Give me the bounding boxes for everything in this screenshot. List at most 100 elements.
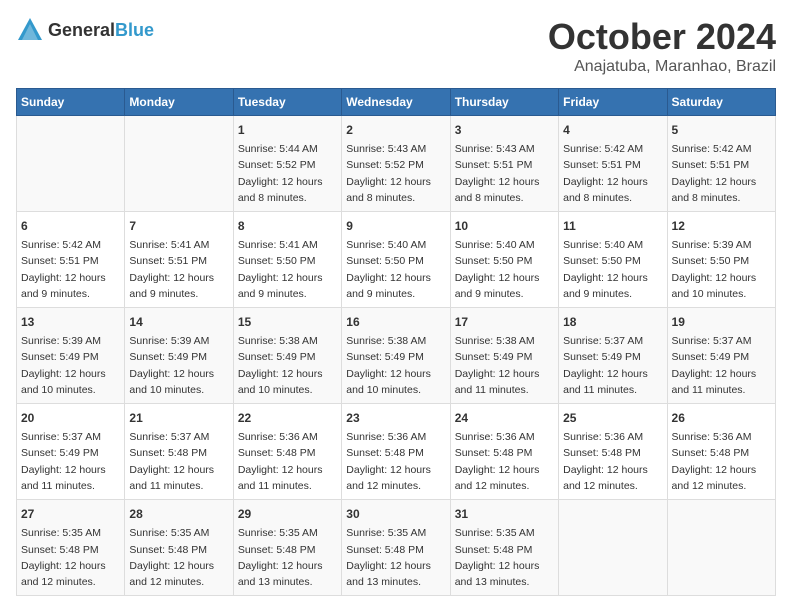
day-number: 6 <box>21 217 120 235</box>
cell-content-line: Sunrise: 5:35 AM <box>238 525 337 541</box>
cell-content-line: Daylight: 12 hours <box>455 558 554 574</box>
calendar-week-row: 20Sunrise: 5:37 AMSunset: 5:49 PMDayligh… <box>17 404 776 500</box>
cell-content-line: Sunset: 5:49 PM <box>21 349 120 365</box>
cell-content-line: Daylight: 12 hours <box>563 174 662 190</box>
cell-content-line: Sunrise: 5:37 AM <box>672 333 771 349</box>
cell-content-line: and 11 minutes. <box>455 382 554 398</box>
day-number: 3 <box>455 121 554 139</box>
day-number: 11 <box>563 217 662 235</box>
cell-content-line: Sunset: 5:51 PM <box>455 157 554 173</box>
calendar-cell: 1Sunrise: 5:44 AMSunset: 5:52 PMDaylight… <box>233 116 341 212</box>
cell-content-line: Sunset: 5:48 PM <box>455 445 554 461</box>
cell-content-line: Sunset: 5:51 PM <box>672 157 771 173</box>
cell-content-line: and 11 minutes. <box>238 478 337 494</box>
cell-content-line: Sunrise: 5:42 AM <box>563 141 662 157</box>
day-number: 12 <box>672 217 771 235</box>
day-number: 8 <box>238 217 337 235</box>
day-number: 9 <box>346 217 445 235</box>
calendar-cell <box>17 116 125 212</box>
cell-content-line: Sunset: 5:48 PM <box>238 542 337 558</box>
cell-content-line: and 9 minutes. <box>21 286 120 302</box>
cell-content-line: and 11 minutes. <box>21 478 120 494</box>
cell-content-line: and 12 minutes. <box>21 574 120 590</box>
calendar-cell: 15Sunrise: 5:38 AMSunset: 5:49 PMDayligh… <box>233 308 341 404</box>
calendar-cell: 24Sunrise: 5:36 AMSunset: 5:48 PMDayligh… <box>450 404 558 500</box>
cell-content-line: Sunrise: 5:37 AM <box>563 333 662 349</box>
cell-content-line: Sunrise: 5:36 AM <box>238 429 337 445</box>
cell-content-line: Daylight: 12 hours <box>672 366 771 382</box>
calendar-cell: 25Sunrise: 5:36 AMSunset: 5:48 PMDayligh… <box>559 404 667 500</box>
cell-content-line: Sunrise: 5:43 AM <box>346 141 445 157</box>
cell-content-line: and 12 minutes. <box>563 478 662 494</box>
cell-content-line: Sunrise: 5:36 AM <box>672 429 771 445</box>
calendar-week-row: 13Sunrise: 5:39 AMSunset: 5:49 PMDayligh… <box>17 308 776 404</box>
cell-content-line: Sunset: 5:48 PM <box>563 445 662 461</box>
cell-content-line: Sunrise: 5:36 AM <box>455 429 554 445</box>
cell-content-line: Daylight: 12 hours <box>21 462 120 478</box>
cell-content-line: Sunset: 5:49 PM <box>129 349 228 365</box>
day-number: 22 <box>238 409 337 427</box>
cell-content-line: Daylight: 12 hours <box>21 366 120 382</box>
cell-content-line: Daylight: 12 hours <box>238 270 337 286</box>
cell-content-line: Daylight: 12 hours <box>455 270 554 286</box>
cell-content-line: and 10 minutes. <box>346 382 445 398</box>
cell-content-line: Sunrise: 5:35 AM <box>455 525 554 541</box>
calendar-cell: 4Sunrise: 5:42 AMSunset: 5:51 PMDaylight… <box>559 116 667 212</box>
calendar-cell: 9Sunrise: 5:40 AMSunset: 5:50 PMDaylight… <box>342 212 450 308</box>
logo-icon <box>16 16 44 44</box>
cell-content-line: Sunset: 5:49 PM <box>238 349 337 365</box>
cell-content-line: Sunrise: 5:38 AM <box>346 333 445 349</box>
cell-content-line: Daylight: 12 hours <box>563 366 662 382</box>
cell-content-line: and 12 minutes. <box>129 574 228 590</box>
cell-content-line: Daylight: 12 hours <box>346 174 445 190</box>
calendar-cell: 23Sunrise: 5:36 AMSunset: 5:48 PMDayligh… <box>342 404 450 500</box>
day-number: 10 <box>455 217 554 235</box>
cell-content-line: Sunset: 5:50 PM <box>346 253 445 269</box>
cell-content-line: Daylight: 12 hours <box>672 462 771 478</box>
cell-content-line: Sunrise: 5:37 AM <box>129 429 228 445</box>
cell-content-line: Daylight: 12 hours <box>346 462 445 478</box>
cell-content-line: Sunrise: 5:41 AM <box>238 237 337 253</box>
day-number: 30 <box>346 505 445 523</box>
cell-content-line: Sunrise: 5:38 AM <box>455 333 554 349</box>
cell-content-line: Sunset: 5:48 PM <box>129 445 228 461</box>
cell-content-line: Sunset: 5:50 PM <box>238 253 337 269</box>
calendar-cell: 2Sunrise: 5:43 AMSunset: 5:52 PMDaylight… <box>342 116 450 212</box>
day-number: 5 <box>672 121 771 139</box>
calendar-cell: 13Sunrise: 5:39 AMSunset: 5:49 PMDayligh… <box>17 308 125 404</box>
cell-content-line: Daylight: 12 hours <box>129 462 228 478</box>
day-number: 27 <box>21 505 120 523</box>
calendar-cell: 16Sunrise: 5:38 AMSunset: 5:49 PMDayligh… <box>342 308 450 404</box>
day-number: 19 <box>672 313 771 331</box>
cell-content-line: Sunset: 5:51 PM <box>21 253 120 269</box>
cell-content-line: and 10 minutes. <box>21 382 120 398</box>
page-subtitle: Anajatuba, Maranhao, Brazil <box>548 58 776 76</box>
cell-content-line: Sunrise: 5:39 AM <box>129 333 228 349</box>
cell-content-line: Daylight: 12 hours <box>672 270 771 286</box>
day-number: 21 <box>129 409 228 427</box>
calendar-cell: 14Sunrise: 5:39 AMSunset: 5:49 PMDayligh… <box>125 308 233 404</box>
cell-content-line: and 8 minutes. <box>672 190 771 206</box>
cell-content-line: and 8 minutes. <box>346 190 445 206</box>
day-number: 28 <box>129 505 228 523</box>
cell-content-line: Daylight: 12 hours <box>129 270 228 286</box>
cell-content-line: and 12 minutes. <box>672 478 771 494</box>
day-number: 20 <box>21 409 120 427</box>
cell-content-line: Daylight: 12 hours <box>455 462 554 478</box>
calendar-cell: 5Sunrise: 5:42 AMSunset: 5:51 PMDaylight… <box>667 116 775 212</box>
cell-content-line: Sunset: 5:48 PM <box>238 445 337 461</box>
cell-content-line: Sunset: 5:50 PM <box>672 253 771 269</box>
calendar-cell: 10Sunrise: 5:40 AMSunset: 5:50 PMDayligh… <box>450 212 558 308</box>
cell-content-line: Daylight: 12 hours <box>129 558 228 574</box>
cell-content-line: Sunrise: 5:39 AM <box>672 237 771 253</box>
col-header-sunday: Sunday <box>17 89 125 116</box>
cell-content-line: Sunset: 5:49 PM <box>672 349 771 365</box>
calendar-cell: 31Sunrise: 5:35 AMSunset: 5:48 PMDayligh… <box>450 500 558 596</box>
logo-text: GeneralBlue <box>48 20 154 41</box>
cell-content-line: Daylight: 12 hours <box>672 174 771 190</box>
page-title: October 2024 <box>548 16 776 58</box>
cell-content-line: Sunset: 5:49 PM <box>563 349 662 365</box>
logo-general: General <box>48 20 115 40</box>
cell-content-line: Sunset: 5:49 PM <box>346 349 445 365</box>
cell-content-line: and 8 minutes. <box>455 190 554 206</box>
